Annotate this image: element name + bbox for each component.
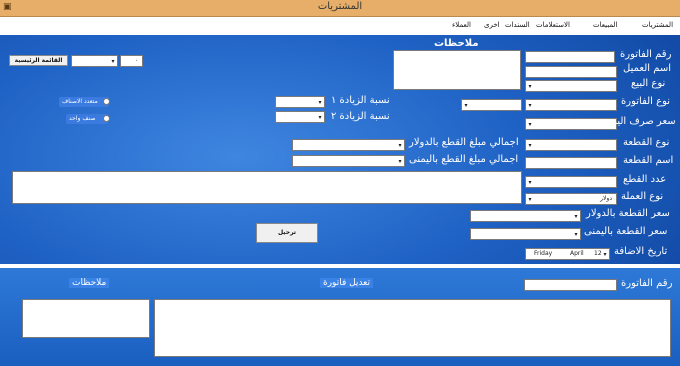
edit-notes-label: ملاحظات: [69, 278, 110, 288]
menu-item-other[interactable]: اخرى: [484, 21, 500, 29]
customer-name-label: اسم العميل: [623, 63, 672, 74]
radio-dot-icon: [103, 115, 110, 122]
customer-name-input[interactable]: [525, 66, 617, 78]
chevron-down-icon: ▾: [528, 179, 532, 186]
part-name-input[interactable]: [525, 157, 617, 169]
title-bar: ▣ المشتريات: [0, 0, 680, 17]
menu-bar: المشتريات المبيعات الاستعلامات السندات ا…: [0, 17, 680, 35]
chevron-down-icon: ▾: [528, 102, 532, 109]
chevron-down-icon: ▾: [398, 158, 402, 165]
chevron-down-icon: ▾: [318, 99, 322, 106]
price-yer-combo[interactable]: ▾: [470, 228, 581, 240]
chevron-down-icon: ▾: [528, 121, 532, 128]
sale-type-combo[interactable]: ▾: [525, 80, 617, 92]
increase2-combo[interactable]: ▾: [275, 111, 325, 123]
sale-type-label: نوع البيع: [631, 78, 666, 89]
menu-item-sales[interactable]: المبيعات: [593, 21, 617, 29]
chevron-down-icon: ▾: [574, 213, 578, 220]
edit-notes-textarea[interactable]: [22, 299, 150, 338]
invoice-type-combo[interactable]: ▾: [525, 99, 617, 111]
menu-item-customers[interactable]: العملاء: [452, 21, 471, 29]
currency-type-label: نوع العملة: [621, 191, 664, 202]
parts-list-textarea[interactable]: [12, 171, 522, 204]
notes-label: ملاحظات: [434, 38, 479, 49]
total-usd-combo[interactable]: ▾: [292, 139, 405, 151]
edit-invoice-label: تعديل فاتورة: [320, 278, 374, 288]
part-count-combo[interactable]: ▾: [525, 176, 617, 188]
part-count-label: عدد القطع: [623, 174, 667, 185]
notes-textarea[interactable]: [393, 50, 521, 90]
invoice-type-combo-2[interactable]: ▾: [461, 99, 522, 111]
app-window: ▣ المشتريات المشتريات المبيعات الاستعلام…: [0, 0, 680, 366]
small-combo-value: ٠: [135, 57, 139, 64]
menu-item-queries[interactable]: الاستعلامات: [536, 21, 570, 29]
date-added-picker[interactable]: Friday April 12 ▾: [525, 248, 610, 260]
total-yer-label: اجمالي مبلغ القطع باليمنى: [409, 154, 519, 165]
chevron-down-icon: ▾: [528, 142, 532, 149]
chevron-down-icon: ▾: [603, 251, 607, 258]
post-button[interactable]: ترحيل: [256, 223, 318, 243]
price-usd-label: سعر القطعة بالدولار: [586, 208, 670, 219]
increase1-label: نسبة الزيادة ١: [331, 95, 390, 106]
edit-invoice-number-label: رقم الفاتورة: [621, 278, 673, 289]
radio-dot-icon: [103, 98, 110, 105]
date-day-name: Friday: [534, 250, 553, 257]
part-type-label: نوع القطعة: [623, 137, 670, 148]
invoice-number-label: رقم الفاتورة: [620, 49, 672, 60]
radio-multi-label: متعدد الاصناف: [62, 98, 98, 105]
part-type-combo[interactable]: ▾: [525, 139, 617, 151]
currency-type-combo[interactable]: ▾ دولار: [525, 193, 617, 205]
radio-single-label: صنف واحد: [69, 115, 96, 122]
chevron-down-icon: ▾: [528, 83, 532, 90]
price-usd-combo[interactable]: ▾: [470, 210, 581, 222]
chevron-down-icon: ▾: [574, 231, 578, 238]
radio-multi-items[interactable]: متعدد الاصناف: [59, 97, 110, 107]
part-name-label: اسم القطعة: [623, 155, 674, 166]
total-usd-label: اجمالي مبلغ القطع بالدولار: [409, 137, 519, 148]
window-title: المشتريات: [317, 1, 363, 12]
exchange-rate-combo[interactable]: ▾: [525, 118, 617, 130]
radio-single-item[interactable]: صنف واحد: [66, 114, 110, 124]
edit-details-textarea[interactable]: [154, 299, 671, 357]
total-yer-combo[interactable]: ▾: [292, 155, 405, 167]
invoice-type-label: نوع الفاتورة: [621, 96, 671, 107]
chevron-down-icon: ▾: [464, 102, 468, 109]
menu-item-purchases[interactable]: المشتريات: [642, 21, 673, 29]
date-added-label: تاريخ الاضافة: [614, 246, 668, 257]
exchange-rate-label: سعر صرف اليوم: [606, 116, 676, 127]
price-yer-label: سعر القطعة باليمنى: [584, 226, 668, 237]
menu-item-vouchers[interactable]: السندات: [505, 21, 530, 29]
invoice-number-input[interactable]: [525, 51, 615, 63]
chevron-down-icon: ▾: [398, 142, 402, 149]
small-combo-1[interactable]: ▾: [71, 55, 118, 67]
small-combo-2[interactable]: ٠: [120, 55, 143, 67]
chevron-down-icon: ▾: [528, 196, 532, 203]
increase1-combo[interactable]: ▾: [275, 96, 325, 108]
chevron-down-icon: ▾: [318, 114, 322, 121]
currency-value: دولار: [600, 195, 612, 202]
increase2-label: نسبة الزيادة ٢: [331, 111, 390, 122]
main-menu-button[interactable]: القائمة الرئيسية: [9, 55, 68, 66]
chevron-down-icon: ▾: [111, 58, 115, 65]
date-month: April: [570, 250, 584, 257]
edit-invoice-number-input[interactable]: [524, 279, 617, 291]
